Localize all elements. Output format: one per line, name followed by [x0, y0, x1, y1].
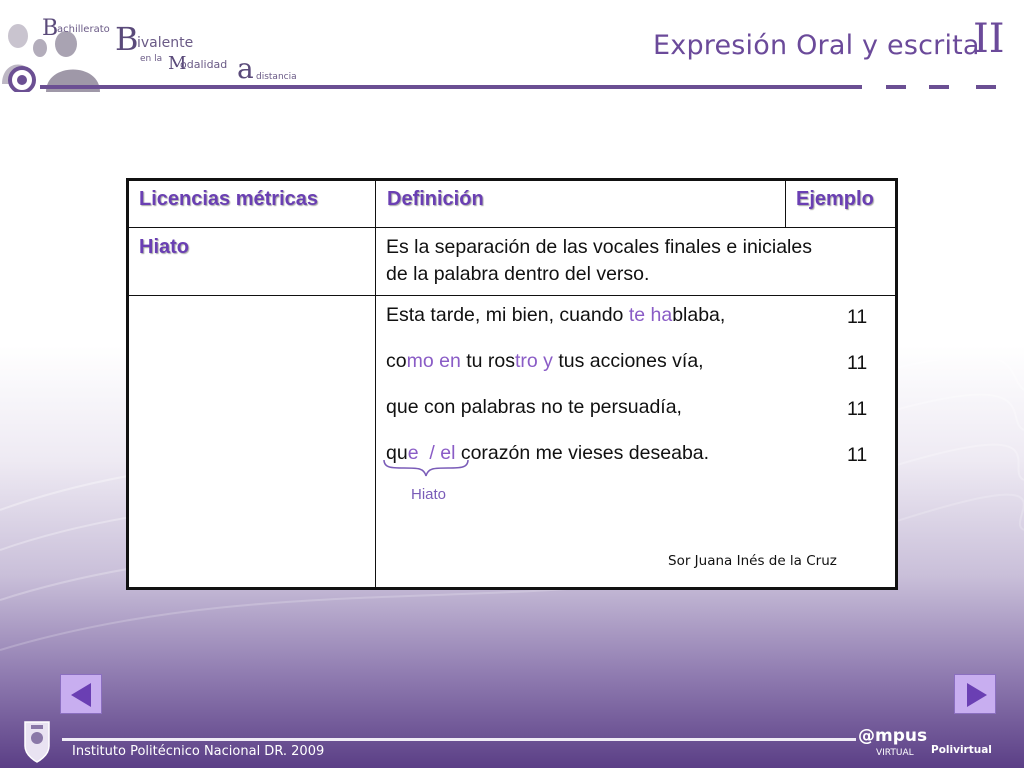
logo-odalidad: odalidad	[180, 58, 228, 71]
syllable-count: 11	[847, 444, 868, 466]
footer-institution: Instituto Politécnico Nacional DR. 2009	[72, 744, 325, 759]
definition-line-2: de la palabra dentro del verso.	[386, 263, 650, 285]
logo-ivalente: ivalente	[137, 35, 194, 51]
verse-line-3: que con palabras no te persuadía,	[386, 396, 682, 418]
term-hiato: Hiato	[139, 236, 189, 258]
hiato-brace	[383, 459, 469, 477]
page-title-roman: II	[973, 16, 1005, 62]
page-title: Expresión Oral y escrita	[653, 30, 980, 61]
table-divider	[128, 295, 896, 296]
hiato-annotation: Hiato	[411, 486, 447, 503]
previous-slide-button[interactable]	[60, 674, 102, 714]
logo-letter-a: a	[237, 52, 254, 85]
header-dash	[976, 85, 996, 89]
table-header-licencias: Licencias métricas	[139, 188, 318, 210]
syllable-count: 11	[847, 352, 868, 374]
logo-letter-b2: B	[115, 20, 139, 58]
verse-line-1: Esta tarde, mi bien, cuando te hablaba,	[386, 304, 726, 326]
syllable-count: 11	[847, 398, 868, 420]
table-divider	[785, 180, 786, 227]
verse-line-2: como en tu rostro y tus acciones vía,	[386, 350, 704, 372]
table-divider	[375, 180, 376, 588]
footer-rule	[62, 738, 856, 741]
header-dash	[929, 85, 949, 89]
table-header-definicion: Definición	[387, 188, 484, 210]
campus-logo-text: @mpus	[858, 726, 928, 746]
next-slide-button[interactable]	[954, 674, 996, 714]
campus-logo-sub: VIRTUAL	[876, 748, 914, 758]
arrow-right-icon	[967, 683, 987, 707]
arrow-left-icon	[71, 683, 91, 707]
poem-author: Sor Juana Inés de la Cruz	[668, 553, 837, 569]
polivirtual-logo-text: Polivirtual	[931, 744, 992, 756]
header-dash	[886, 85, 906, 89]
header-rule	[40, 85, 862, 89]
logo-en-la: en la	[140, 54, 163, 64]
definition-line-1: Es la separación de las vocales finales …	[386, 236, 812, 258]
logo-achillerato: achillerato	[57, 24, 110, 35]
logo-distancia: distancia	[256, 72, 297, 82]
syllable-count: 11	[847, 306, 868, 328]
ipn-seal-icon	[24, 721, 50, 763]
logo-letter-b1: B	[42, 16, 59, 41]
table-divider	[128, 227, 896, 228]
table-header-ejemplo: Ejemplo	[796, 188, 874, 210]
